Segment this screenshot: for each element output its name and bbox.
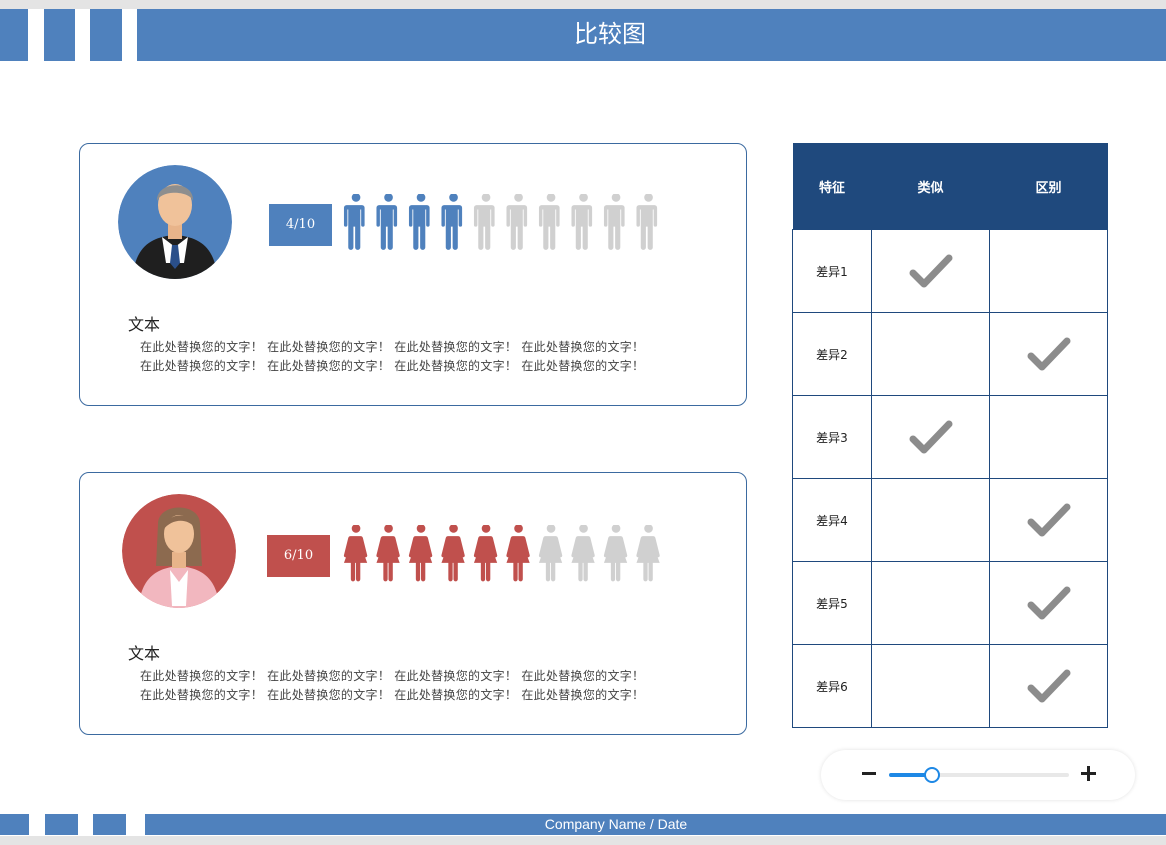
checkmark-icon xyxy=(990,585,1107,621)
similar-cell xyxy=(871,478,990,562)
column-header-different: 区别 xyxy=(989,143,1108,230)
checkmark-icon xyxy=(990,336,1107,372)
zoom-in-button[interactable] xyxy=(1075,760,1101,786)
male-figure-icon xyxy=(408,194,430,250)
male-figure-icon xyxy=(441,194,463,250)
businesswoman-icon xyxy=(122,494,236,608)
similar-cell xyxy=(871,395,990,479)
female-figure-icon xyxy=(473,525,498,582)
checkmark-icon xyxy=(990,502,1107,538)
plus-icon xyxy=(1081,766,1096,781)
male-figure-icon xyxy=(376,194,398,250)
male-figure-icon xyxy=(571,194,593,250)
column-header-similar: 类似 xyxy=(871,143,990,230)
female-figure-icon xyxy=(571,525,595,582)
table-row: 差异6 xyxy=(792,644,1108,728)
female-figure-icon xyxy=(343,525,368,582)
ratio-badge: 4/10 xyxy=(269,204,332,246)
male-figure-icon xyxy=(343,194,365,250)
similar-cell xyxy=(871,229,990,313)
card-heading: 文本 xyxy=(128,644,161,663)
table-header-row: 特征 类似 区别 xyxy=(792,143,1108,230)
feature-cell: 差异2 xyxy=(792,312,872,396)
female-figure-icon xyxy=(506,525,530,582)
feature-cell: 差异5 xyxy=(792,561,872,645)
zoom-slider-thumb[interactable] xyxy=(924,767,941,783)
male-figure-icon xyxy=(473,194,495,250)
slide-canvas: 比较图 4/10 文本 在此处替换您的文字！ 在此处替换您的文字！ 在此处替换您… xyxy=(0,9,1166,836)
card-body-text: 在此处替换您的文字！ 在此处替换您的文字！ 在此处替换您的文字！ 在此处替换您的… xyxy=(140,338,730,376)
footer-text: Company Name / Date xyxy=(544,816,688,832)
checkmark-icon xyxy=(872,253,989,289)
different-cell xyxy=(989,312,1108,396)
different-cell xyxy=(989,644,1108,728)
male-figure-icon xyxy=(538,194,560,250)
zoom-slider[interactable] xyxy=(889,767,1069,783)
people-ratio-male xyxy=(343,194,658,250)
table-row: 差异2 xyxy=(792,312,1108,396)
feature-cell: 差异3 xyxy=(792,395,872,479)
table-row: 差异5 xyxy=(792,561,1108,645)
body-line: 在此处替换您的文字！ 在此处替换您的文字！ 在此处替换您的文字！ 在此处替换您的… xyxy=(140,359,645,373)
checkmark-icon xyxy=(990,668,1107,704)
table-row: 差异3 xyxy=(792,395,1108,479)
businessman-icon xyxy=(118,165,232,279)
male-avatar xyxy=(118,165,232,279)
body-line: 在此处替换您的文字！ 在此处替换您的文字！ 在此处替换您的文字！ 在此处替换您的… xyxy=(140,688,645,702)
female-figure-icon xyxy=(376,525,400,582)
card-heading: 文本 xyxy=(128,315,161,334)
female-figure-icon xyxy=(603,525,628,582)
feature-cell: 差异4 xyxy=(792,478,872,562)
table-row: 差异1 xyxy=(792,229,1108,313)
ratio-badge: 6/10 xyxy=(267,535,330,577)
zoom-control xyxy=(821,750,1135,800)
female-avatar xyxy=(122,494,236,608)
female-figure-icon xyxy=(636,525,660,582)
minus-icon xyxy=(862,772,876,775)
female-figure-icon xyxy=(538,525,563,582)
column-header-feature: 特征 xyxy=(792,143,872,230)
feature-cell: 差异1 xyxy=(792,229,872,313)
comparison-card-female: 6/10 文本 在此处替换您的文字！ 在此处替换您的文字！ 在此处替换您的文字！… xyxy=(79,472,747,735)
table-row: 差异4 xyxy=(792,478,1108,562)
different-cell xyxy=(989,229,1108,313)
checkmark-icon xyxy=(872,419,989,455)
different-cell xyxy=(989,395,1108,479)
male-figure-icon xyxy=(506,194,528,250)
feature-cell: 差异6 xyxy=(792,644,872,728)
female-figure-icon xyxy=(408,525,433,582)
body-line: 在此处替换您的文字！ 在此处替换您的文字！ 在此处替换您的文字！ 在此处替换您的… xyxy=(140,669,645,683)
similar-cell xyxy=(871,312,990,396)
comparison-card-male: 4/10 文本 在此处替换您的文字！ 在此处替换您的文字！ 在此处替换您的文字！… xyxy=(79,143,747,406)
page-title: 比较图 xyxy=(574,20,646,48)
zoom-out-button[interactable] xyxy=(856,760,882,786)
male-figure-icon xyxy=(636,194,658,250)
male-figure-icon xyxy=(603,194,625,250)
similar-cell xyxy=(871,561,990,645)
comparison-table: 特征 类似 区别 差异1 差异2 差异3 差异4 差异5 差异6 xyxy=(792,143,1108,728)
similar-cell xyxy=(871,644,990,728)
card-body-text: 在此处替换您的文字！ 在此处替换您的文字！ 在此处替换您的文字！ 在此处替换您的… xyxy=(140,667,730,705)
people-ratio-female xyxy=(343,525,660,582)
different-cell xyxy=(989,561,1108,645)
female-figure-icon xyxy=(441,525,465,582)
body-line: 在此处替换您的文字！ 在此处替换您的文字！ 在此处替换您的文字！ 在此处替换您的… xyxy=(140,340,645,354)
different-cell xyxy=(989,478,1108,562)
